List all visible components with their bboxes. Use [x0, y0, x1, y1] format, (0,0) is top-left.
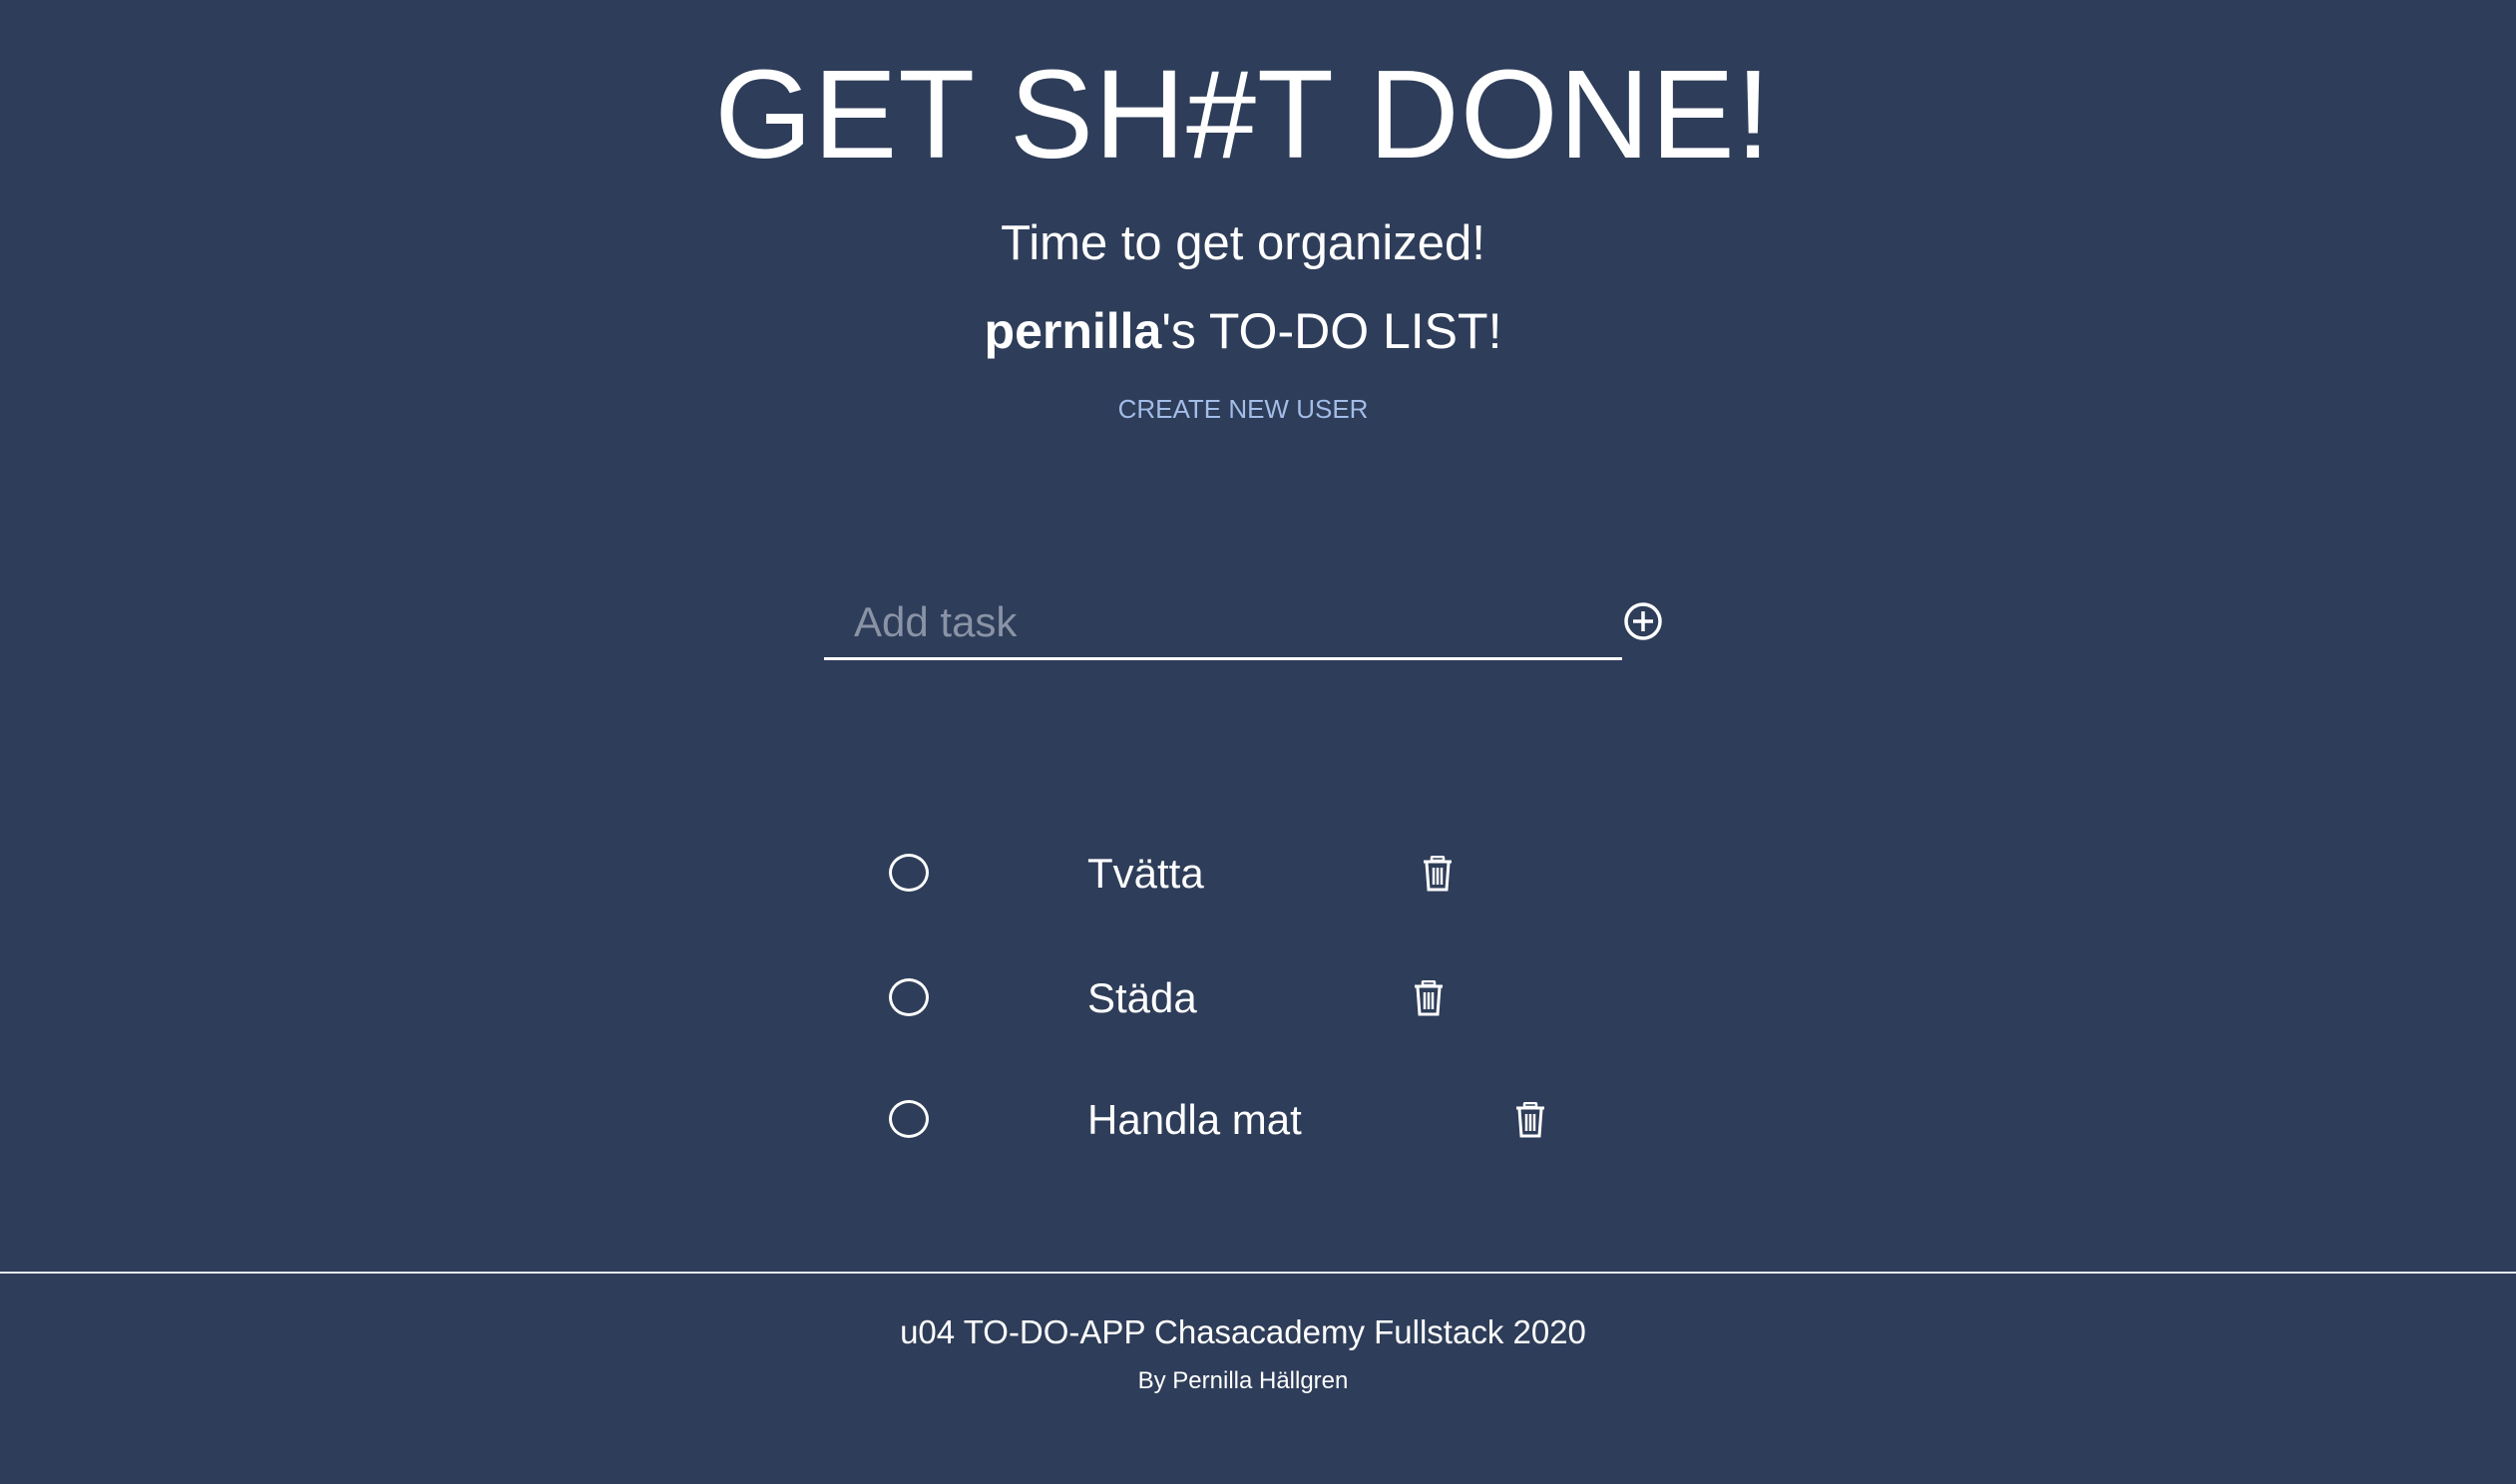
- circle-outline-icon[interactable]: [889, 854, 929, 892]
- task-label: Handla mat: [1087, 1096, 1302, 1143]
- add-task-button[interactable]: [1622, 600, 1664, 642]
- circle-plus-icon: [1624, 602, 1662, 640]
- circle-outline-icon[interactable]: [889, 978, 929, 1016]
- circle-outline-icon[interactable]: [889, 1100, 929, 1138]
- footer-title: u04 TO-DO-APP Chasacademy Fullstack 2020: [900, 1313, 1586, 1350]
- task-label: Tvätta: [1087, 850, 1204, 897]
- create-new-user-link[interactable]: CREATE NEW USER: [0, 391, 2486, 427]
- page-title: GET SH#T DONE!: [714, 44, 1772, 185]
- todo-app-page: GET SH#T DONE! Time to get organized! pe…: [0, 0, 2516, 1484]
- trash-icon[interactable]: [1414, 980, 1444, 1016]
- trash-icon[interactable]: [1515, 1102, 1545, 1138]
- footer-divider: [0, 1272, 2516, 1274]
- add-task-input[interactable]: [824, 586, 1622, 660]
- task-label: Städa: [1087, 974, 1197, 1021]
- task-item: Handla mat: [0, 1082, 2516, 1162]
- page-subtitle: Time to get organized!: [1001, 216, 1485, 270]
- trash-icon[interactable]: [1423, 856, 1453, 892]
- user-name: pernilla: [984, 303, 1162, 359]
- footer-author: By Pernilla Hällgren: [1137, 1367, 1349, 1394]
- list-heading: pernilla's TO-DO LIST!: [0, 299, 2486, 363]
- task-item: Städa: [0, 960, 2516, 1040]
- task-item: Tvätta: [0, 836, 2516, 916]
- list-heading-suffix: 's TO-DO LIST!: [1161, 303, 1502, 359]
